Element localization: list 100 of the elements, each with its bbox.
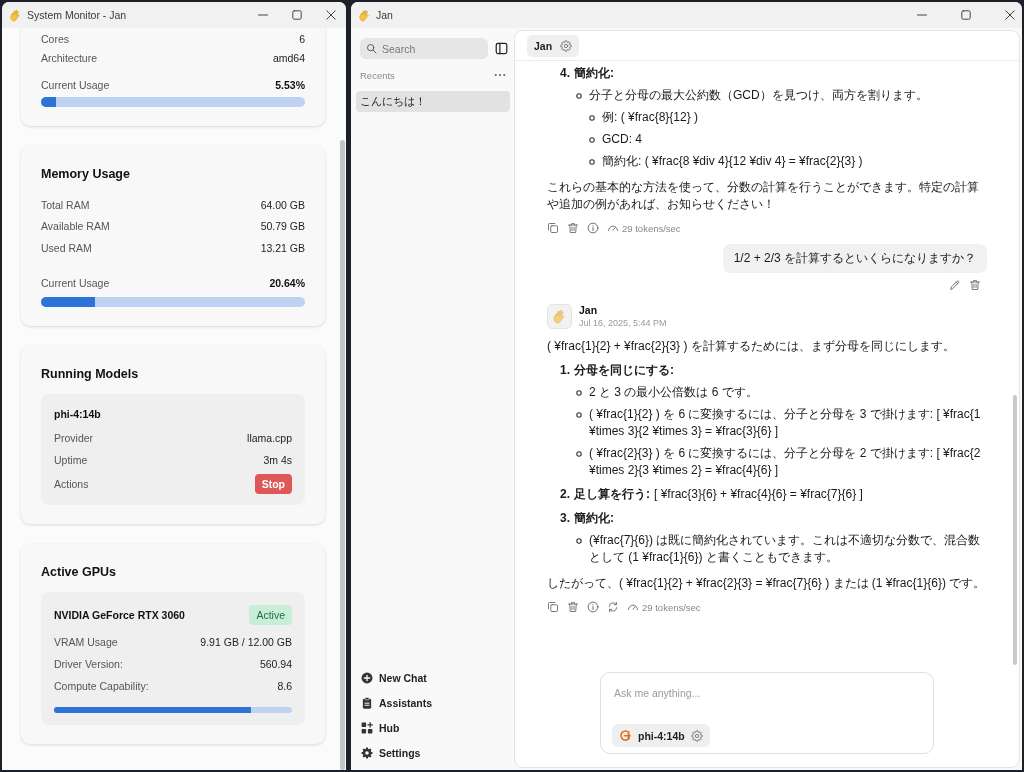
trash-icon[interactable]	[567, 601, 579, 613]
list-item-text: 2 と 3 の最小公倍数は 6 です。	[589, 384, 758, 401]
stat-label: Driver Version:	[54, 657, 123, 670]
model-selector[interactable]: phi-4:14b	[612, 724, 710, 747]
stat-value: 8.6	[277, 679, 292, 692]
list-item-text: 簡約化:	[574, 511, 614, 525]
list-item-text: ( ¥frac{1}{2} ) を 6 に変換するには、分子と分母を 3 で掛けます: [ ¥frac{1 ¥times 3}{2 ¥times 3} = ¥frac{3}{6} ]	[589, 406, 982, 440]
clipboard-icon	[361, 696, 373, 709]
stat-label: Compute Capability:	[54, 679, 149, 692]
copy-icon[interactable]	[547, 222, 559, 234]
close-icon[interactable]	[1005, 10, 1015, 20]
stat-label: Provider	[54, 432, 94, 445]
bullet-icon	[589, 115, 595, 121]
more-icon[interactable]	[494, 73, 506, 77]
grid-plus-icon	[361, 721, 373, 734]
trash-icon[interactable]	[567, 222, 579, 234]
bullet-icon	[576, 538, 582, 544]
stat-value: 560.94	[259, 657, 292, 670]
list-item-text: 足し算を行う: [ ¥frac{3}{6} + ¥frac{4}{6} = ¥frac{7}{6} ]	[574, 487, 863, 501]
bullet-icon	[576, 93, 582, 99]
card-title: Active GPUs	[41, 563, 118, 581]
message-text: ( ¥frac{1}{2} + ¥frac{2}{3} ) を計算するためには、まず分母を同じにします。	[547, 338, 956, 355]
window-title: Jan	[376, 9, 393, 21]
gpu-name: NVIDIA GeForce RTX 3060	[54, 607, 185, 623]
refresh-icon[interactable]	[607, 601, 619, 613]
window-title: System Monitor - Jan	[27, 9, 127, 21]
list-item-text: GCD: 4	[602, 131, 642, 148]
message-text: これらの基本的な方法を使って、分数の計算を行うことができます。特定の計算や追加の例があれば、お知らせください！	[547, 179, 980, 213]
stop-button[interactable]: Stop	[254, 473, 292, 494]
status-badge: Active	[249, 604, 292, 625]
scrollbar-thumb[interactable]	[340, 140, 345, 770]
search-icon	[366, 43, 377, 54]
list-item-text: 分母を同じにする:	[574, 363, 674, 377]
logo-icon	[619, 729, 632, 742]
bullet-icon	[589, 159, 595, 165]
list-item-text: 例: ( ¥frac{8}{12} )	[602, 109, 699, 126]
usage-label: Current Usage	[41, 276, 110, 289]
stat-label: Architecture	[41, 51, 98, 64]
list-number: 2.	[560, 487, 570, 501]
section-label: Recents	[360, 69, 395, 81]
stat-label: Uptime	[54, 453, 88, 466]
list-item-text: ( ¥frac{2}{3} ) を 6 に変換するには、分子と分母を 2 で掛けます: [ ¥frac{2 ¥times 2}{3 ¥times 2} = ¥frac{4}{6} ]	[589, 445, 982, 479]
maximize-icon[interactable]	[961, 10, 971, 20]
card-title: Running Models	[41, 365, 140, 383]
trash-icon[interactable]	[969, 279, 981, 291]
nav-link[interactable]: New Chat	[356, 665, 510, 690]
stat-label: Cores	[41, 32, 69, 45]
close-icon[interactable]	[326, 10, 336, 20]
bullet-icon	[576, 412, 582, 418]
stat-value: 3m 4s	[263, 453, 292, 466]
stat-value: 13.21 GB	[260, 241, 305, 254]
settings-icon	[361, 746, 373, 759]
author-name: Jan	[579, 303, 599, 317]
message-time: Jul 16, 2025, 5:44 PM	[579, 317, 667, 329]
copy-icon[interactable]	[547, 601, 559, 613]
info-icon[interactable]	[587, 222, 599, 234]
list-number: 1.	[560, 363, 570, 377]
waving-hand-icon	[358, 8, 371, 22]
list-item-text: 簡約化:	[574, 66, 614, 80]
settings-icon[interactable]	[690, 729, 703, 742]
stat-value: 9.91 GB / 12.00 GB	[200, 635, 292, 648]
info-icon[interactable]	[587, 601, 599, 613]
plus-circle-icon	[361, 671, 373, 684]
usage-value: 20.64%	[269, 276, 305, 289]
scrollbar-thumb[interactable]	[1013, 395, 1017, 665]
list-number: 3.	[560, 511, 570, 525]
stat-value: amd64	[272, 51, 305, 64]
stat-label: Total RAM	[41, 198, 90, 211]
stat-label: Actions	[54, 477, 89, 490]
avatar-icon	[547, 303, 572, 329]
maximize-icon[interactable]	[292, 10, 302, 20]
bullet-icon	[576, 451, 582, 457]
nav-link[interactable]: Hub	[356, 715, 510, 740]
stat-value: 64.00 GB	[260, 198, 305, 211]
bullet-icon	[589, 137, 595, 143]
stat-value: llama.cpp	[247, 432, 292, 445]
list-number: 4.	[560, 66, 570, 80]
pencil-icon[interactable]	[949, 279, 961, 291]
stat-label: Used RAM	[41, 241, 92, 254]
recent-chat-item[interactable]: こんにちは！	[356, 91, 510, 112]
user-message: 1/2 + 2/3 を計算するといくらになりますか？	[722, 244, 987, 273]
settings-icon[interactable]	[560, 39, 573, 52]
usage-label: Current Usage	[41, 78, 110, 91]
assistant-tab[interactable]: Jan	[527, 34, 580, 57]
search-field[interactable]: Search	[360, 38, 488, 59]
message-input[interactable]: Ask me anything...	[612, 687, 923, 699]
nav-link[interactable]: Assistants	[356, 690, 510, 715]
nav-link[interactable]: Settings	[356, 740, 510, 765]
sidebar-toggle-icon[interactable]	[495, 42, 508, 55]
model-name: phi-4:14b	[54, 406, 102, 422]
waving-hand-icon	[9, 8, 22, 22]
usage-value: 5.53%	[275, 78, 305, 91]
message-text: したがって、( ¥frac{1}{2} + ¥frac{2}{3} = ¥frac{7}{6} ) または (1 ¥frac{1}{6}) です。	[547, 575, 987, 592]
stat-label: VRAM Usage	[54, 635, 118, 648]
list-item-text: 簡約化: ( ¥frac{8 ¥div 4}{12 ¥div 4} = ¥frac{2}{3} )	[602, 153, 863, 170]
list-item-text: 分子と分母の最大公約数（GCD）を見つけ、両方を割ります。	[589, 87, 928, 104]
card-title: Memory Usage	[41, 166, 131, 183]
speed-label: 29 tokens/sec	[642, 600, 701, 615]
speed-label: 29 tokens/sec	[622, 221, 681, 236]
list-item-text: (¥frac{7}{6}) は既に簡約化されています。これは不適切な分数で、混合数として (1 ¥frac{1}{6}) と書くこともできます。	[589, 532, 982, 566]
